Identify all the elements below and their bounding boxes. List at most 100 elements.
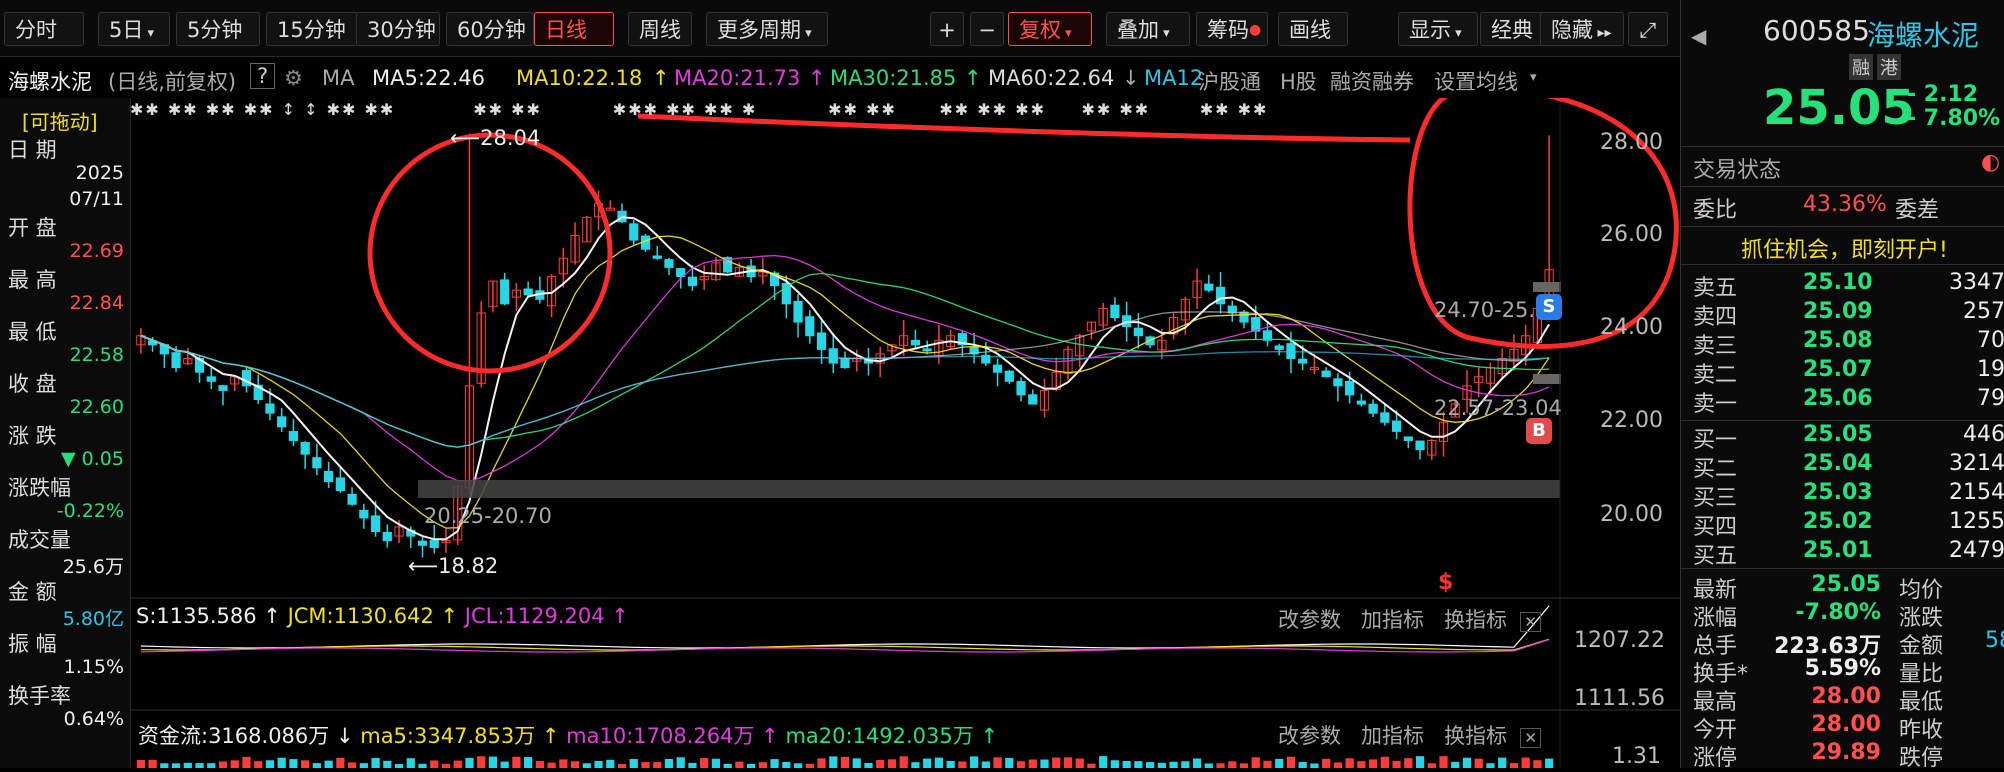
price-tick-20: 20.00 (1600, 502, 1663, 527)
margin-badge: 融 (1849, 54, 1873, 80)
flow-bar (1533, 760, 1542, 768)
overlay-button[interactable]: 叠加 ▾ (1106, 12, 1190, 46)
candle-body (652, 255, 662, 259)
flow-bar (242, 756, 251, 768)
sell-signal-badge[interactable]: S (1536, 294, 1562, 320)
stat-row: 涨停 29.89 跌停 (1693, 740, 2004, 772)
tab-30min[interactable]: 30分钟 (356, 12, 440, 46)
bid-row[interactable]: 买二 25.04 3214 (1693, 451, 2004, 483)
chevron-down-icon: ▾ (1530, 70, 1537, 85)
draw-line-button[interactable]: 画线 (1278, 12, 1348, 46)
flow-bar (1028, 759, 1037, 768)
ask-label: 卖三 (1693, 334, 1738, 359)
chevron-down-icon: ▾ (1159, 26, 1170, 41)
candle-body (840, 358, 850, 369)
ask-row[interactable]: 卖三 25.08 70 (1693, 328, 2004, 360)
flow-bar (958, 761, 967, 768)
candle-body (793, 300, 803, 323)
indicator1-params-button[interactable]: 改参数 (1278, 608, 1341, 632)
flow-bar (1040, 759, 1049, 768)
bid-row[interactable]: 买一 25.05 446 (1693, 422, 2004, 454)
bid-price: 25.05 (1803, 422, 1873, 447)
last-price: 25.05 (1763, 80, 1915, 136)
collapse-arrow-icon[interactable]: ◀ (1691, 24, 1706, 48)
amount-partial: 58 (1985, 628, 2004, 653)
buy-signal-badge[interactable]: B (1526, 418, 1552, 444)
flow-bar (946, 760, 955, 768)
flow-bar (1439, 756, 1448, 768)
ask-label: 卖四 (1693, 305, 1738, 330)
fullscreen-icon[interactable]: ⤢ (1628, 12, 1668, 46)
flow-bar (1322, 758, 1331, 768)
up-arrow-icon: ↑ (433, 604, 465, 628)
candle-body (359, 509, 369, 519)
price-change: - 2.12 (1907, 82, 1979, 107)
tab-15min[interactable]: 15分钟 (266, 12, 358, 46)
display-button[interactable]: 显示 ▾ (1398, 12, 1478, 46)
shhk-link[interactable]: 沪股通 (1198, 66, 1261, 96)
flow-bar (664, 758, 674, 768)
flow-bar (1286, 756, 1296, 768)
flow-bar (981, 761, 990, 768)
indicator2-params-button[interactable]: 改参数 (1278, 724, 1341, 748)
upper-band-label: 24.70-25. (1434, 298, 1536, 322)
hshare-link[interactable]: H股 (1280, 66, 1317, 96)
upper-band-marker (1533, 282, 1561, 292)
ask-row[interactable]: 卖五 25.10 3347 (1693, 270, 2004, 302)
gear-icon[interactable]: ⚙ (284, 66, 303, 90)
tab-intraday[interactable]: 分时 (4, 12, 84, 46)
indicator1-add-button[interactable]: 加指标 (1361, 608, 1424, 632)
zoom-in-button[interactable]: + (930, 12, 964, 46)
flow-bar (406, 758, 415, 768)
candle-body (523, 288, 533, 296)
tab-daily[interactable]: 日线 (534, 12, 614, 46)
candle-body (629, 223, 639, 241)
ask-row[interactable]: 卖一 25.06 79 (1693, 386, 2004, 418)
down-arrow-icon: ↓ (1122, 66, 1140, 90)
stat-value: 5.59% (1804, 656, 1881, 681)
tab-60min[interactable]: 60分钟 (446, 12, 534, 46)
tab-5min[interactable]: 5分钟 (176, 12, 260, 46)
indicator2-swap-button[interactable]: 换指标 (1444, 724, 1507, 748)
kline-chart[interactable] (0, 98, 1680, 768)
flow-bar (488, 756, 498, 768)
indicator1-tick-low: 1111.56 (1574, 686, 1665, 711)
weicha-label: 委差 (1895, 198, 1940, 223)
tab-5day[interactable]: 5日 ▾ (98, 12, 170, 46)
lower-band-marker (1533, 374, 1561, 384)
flow-bar (371, 757, 380, 768)
ask-row[interactable]: 卖二 25.07 19 (1693, 357, 2004, 389)
flow-bar (993, 757, 1002, 768)
tab-5day-label: 5日 (109, 18, 144, 42)
candle-body (417, 540, 428, 546)
flow-bar (265, 760, 275, 768)
indicator2-layer (136, 756, 1554, 768)
flow-bar (1333, 762, 1342, 768)
set-ma-button[interactable]: 设置均线 (1434, 66, 1518, 96)
bid-row[interactable]: 买四 25.02 1255 (1693, 509, 2004, 541)
ask-row[interactable]: 卖四 25.09 257 (1693, 299, 2004, 331)
signal-markers-row: ✱✱ ✱✱ ✱✱ ✱✱ ↕ ↕ ✱✱ ✱✱ ✱✱ ✱✱ ✱✱✱ ✱✱ ✱✱ ✱ … (130, 100, 1269, 119)
zoom-out-button[interactable]: − (970, 12, 1004, 46)
restore-right-button[interactable]: 复权 ▾ (1008, 12, 1092, 46)
tab-more-periods[interactable]: 更多周期 ▾ (706, 12, 828, 46)
help-button[interactable]: ? (250, 63, 276, 89)
bid-price: 25.03 (1803, 480, 1873, 505)
indicator2-add-button[interactable]: 加指标 (1361, 724, 1424, 748)
margin-link[interactable]: 融资融券 (1330, 66, 1414, 96)
close-icon[interactable]: ✕ (1520, 612, 1541, 632)
tab-weekly[interactable]: 周线 (628, 12, 692, 46)
ask-price: 25.08 (1803, 328, 1873, 353)
flow-bar (441, 763, 451, 768)
bid-row[interactable]: 买三 25.03 2154 (1693, 480, 2004, 512)
flow-bar (793, 763, 803, 768)
chips-button[interactable]: 筹码● (1196, 12, 1268, 46)
flow-bar (1169, 761, 1178, 768)
indicator1-swap-button[interactable]: 换指标 (1444, 608, 1507, 632)
close-icon[interactable]: ✕ (1520, 728, 1541, 748)
open-account-promo[interactable]: 抓住机会，即刻开户! (1741, 232, 1948, 264)
stat-value: 29.89 (1811, 740, 1881, 765)
period-toolbar: 分时 5日 ▾ 5分钟 15分钟 30分钟 60分钟 日线 周线 更多周期 ▾ … (0, 0, 1680, 57)
hide-button[interactable]: 隐藏 ▸▸ (1540, 12, 1624, 46)
bid-row[interactable]: 买五 25.01 2479 (1693, 538, 2004, 570)
